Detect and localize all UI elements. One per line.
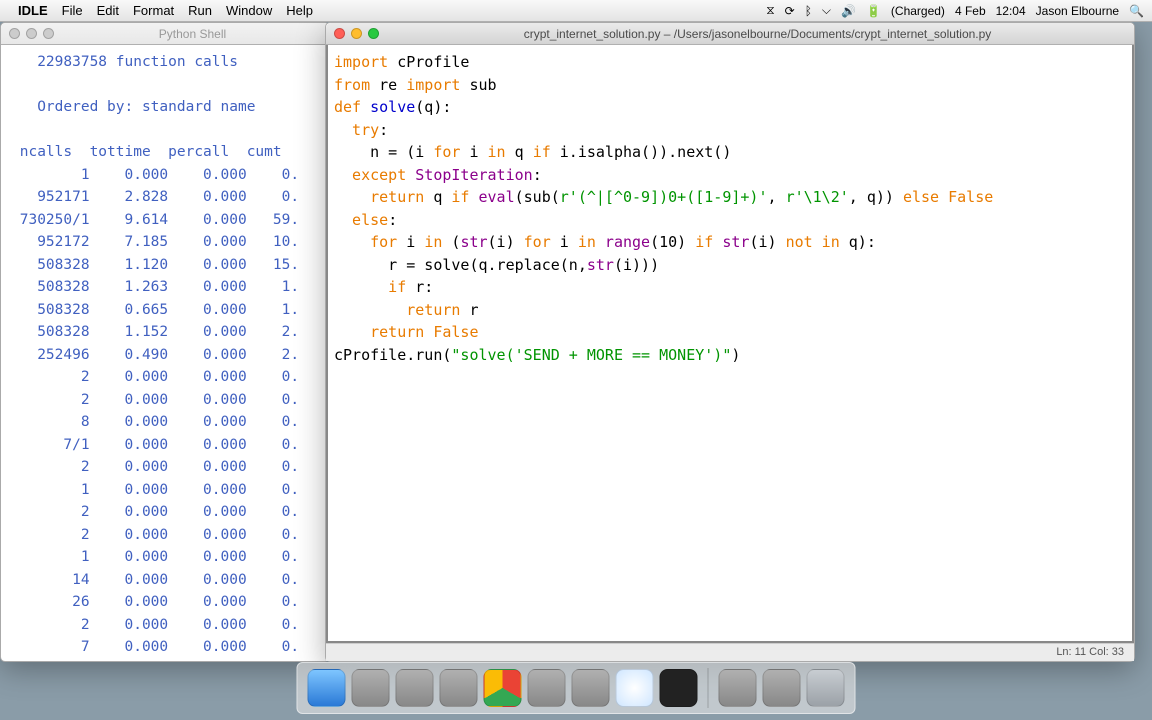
volume-icon[interactable]: 🔊 <box>841 4 856 18</box>
zoom-icon[interactable] <box>368 28 379 39</box>
editor-statusbar: Ln: 11 Col: 33 <box>326 643 1134 661</box>
editor-titlebar[interactable]: crypt_internet_solution.py – /Users/jaso… <box>326 23 1134 45</box>
date-text[interactable]: 4 Feb <box>955 4 986 18</box>
battery-text: (Charged) <box>891 4 945 18</box>
time-text[interactable]: 12:04 <box>996 4 1026 18</box>
dock-app-chrome[interactable] <box>484 669 522 707</box>
minimize-icon[interactable] <box>26 28 37 39</box>
menu-help[interactable]: Help <box>286 3 313 18</box>
menu-run[interactable]: Run <box>188 3 212 18</box>
menubar: IDLE File Edit Format Run Window Help ⧖ … <box>0 0 1152 22</box>
editor-title: crypt_internet_solution.py – /Users/jaso… <box>389 27 1126 41</box>
close-icon[interactable] <box>334 28 345 39</box>
shell-output[interactable]: 22983758 function calls Ordered by: stan… <box>1 45 329 661</box>
dock-app-grey[interactable] <box>528 669 566 707</box>
user-name[interactable]: Jason Elbourne <box>1036 4 1119 18</box>
minimize-icon[interactable] <box>351 28 362 39</box>
dock-app-grey[interactable] <box>763 669 801 707</box>
dock-app-grey[interactable] <box>440 669 478 707</box>
shell-title: Python Shell <box>64 27 321 41</box>
dock[interactable] <box>297 662 856 714</box>
close-icon[interactable] <box>9 28 20 39</box>
zoom-icon[interactable] <box>43 28 54 39</box>
wifi-icon[interactable]: ⌵ <box>822 3 831 18</box>
dock-app-grey[interactable] <box>572 669 610 707</box>
dock-app-grey[interactable] <box>396 669 434 707</box>
menu-window[interactable]: Window <box>226 3 272 18</box>
dock-app-grey[interactable] <box>352 669 390 707</box>
menu-edit[interactable]: Edit <box>97 3 119 18</box>
app-name[interactable]: IDLE <box>18 3 48 18</box>
spotlight-icon[interactable]: 🔍 <box>1129 4 1144 18</box>
editor-window[interactable]: crypt_internet_solution.py – /Users/jaso… <box>325 22 1135 662</box>
menu-file[interactable]: File <box>62 3 83 18</box>
menu-format[interactable]: Format <box>133 3 174 18</box>
sync-icon[interactable]: ⟳ <box>785 4 795 18</box>
code-editor[interactable]: import cProfilefrom re import subdef sol… <box>326 45 1134 643</box>
dock-app-finder[interactable] <box>308 669 346 707</box>
shell-window[interactable]: Python Shell 22983758 function calls Ord… <box>0 22 330 662</box>
dock-app-safari[interactable] <box>616 669 654 707</box>
battery-icon[interactable]: 🔋 <box>866 4 881 18</box>
dock-app-term[interactable] <box>660 669 698 707</box>
bt-icon[interactable]: ᛒ <box>805 4 812 18</box>
bluetooth-icon[interactable]: ⧖ <box>766 3 774 18</box>
dock-app-trash[interactable] <box>807 669 845 707</box>
shell-titlebar[interactable]: Python Shell <box>1 23 329 45</box>
status-area: ⧖ ⟳ ᛒ ⌵ 🔊 🔋 (Charged) 4 Feb 12:04 Jason … <box>766 3 1144 18</box>
dock-app-grey[interactable] <box>719 669 757 707</box>
